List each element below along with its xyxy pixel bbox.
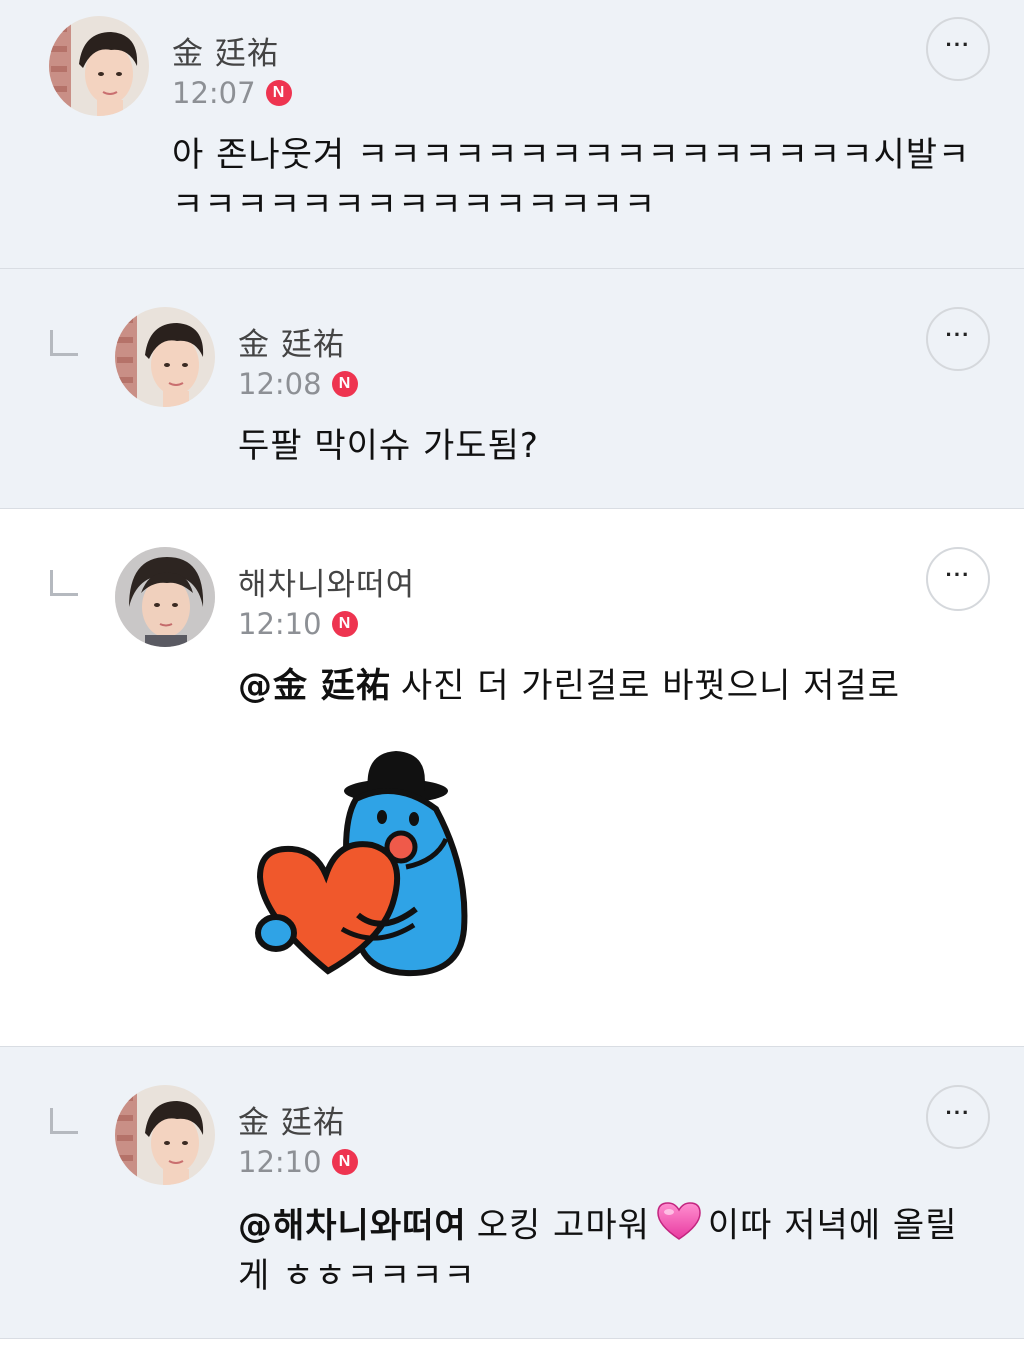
timestamp: 12:08 (238, 367, 322, 401)
author-name[interactable]: 金 廷祐 (238, 319, 345, 364)
avatar[interactable] (115, 547, 215, 647)
new-badge: N (265, 80, 292, 106)
comment-1: 金 廷祐 12:07 N ··· 아 존나웃겨 ㅋㅋㅋㅋㅋㅋㅋㅋㅋㅋㅋㅋㅋㅋㅋㅋ… (0, 0, 1024, 269)
avatar[interactable] (49, 16, 149, 116)
author-name[interactable]: 해차니와떠여 (238, 559, 415, 604)
new-badge: N (331, 611, 358, 637)
timestamp: 12:07 (172, 76, 256, 110)
comment-text: @해차니와떠여 오킹 고마워 이따 저녁에 올릴게 ㅎㅎㅋㅋㅋㅋ (238, 1201, 958, 1299)
avatar[interactable] (115, 1085, 215, 1185)
comment-text: 두팔 막이슈 가도됨? (238, 426, 539, 466)
more-options-button[interactable]: ··· (926, 547, 990, 611)
reply-arrow-icon (50, 1108, 78, 1134)
timestamp: 12:10 (238, 1145, 322, 1179)
mention-link[interactable]: @해차니와떠여 (238, 1206, 467, 1246)
comment-text: 아 존나웃겨 ㅋㅋㅋㅋㅋㅋㅋㅋㅋㅋㅋㅋㅋㅋㅋㅋ시발ㅋㅋㅋㅋㅋㅋㅋㅋㅋㅋㅋㅋㅋㅋㅋ… (172, 135, 971, 225)
more-options-icon: ··· (945, 322, 971, 347)
author-name[interactable]: 金 廷祐 (238, 1097, 345, 1142)
reply-arrow-icon (50, 330, 78, 356)
new-badge: N (331, 1149, 358, 1175)
comment-4: 金 廷祐 12:10 N ··· @해차니와떠여 오킹 고마워 이따 저녁에 올릴게… (0, 1047, 1024, 1339)
comment-3: 해차니와떠여 12:10 N ··· @金 廷祐 사진 더 가린걸로 바꿧으니 저… (0, 509, 1024, 1047)
meta-row: 12:10 N (238, 607, 358, 641)
meta-row: 12:10 N (238, 1145, 358, 1179)
more-options-icon: ··· (945, 32, 971, 57)
avatar[interactable] (115, 307, 215, 407)
pink-heart-emoji (656, 1201, 702, 1253)
meta-row: 12:08 N (238, 367, 358, 401)
more-options-icon: ··· (945, 1100, 971, 1125)
more-options-icon: ··· (945, 562, 971, 587)
author-name[interactable]: 金 廷祐 (172, 28, 279, 73)
more-options-button[interactable]: ··· (926, 17, 990, 81)
new-badge: N (331, 371, 358, 397)
comment-text-body: 오킹 고마워 (476, 1205, 650, 1246)
more-options-button[interactable]: ··· (926, 1085, 990, 1149)
reply-arrow-icon (50, 570, 78, 596)
more-options-button[interactable]: ··· (926, 307, 990, 371)
comment-text-body: 사진 더 가린걸로 바꿧으니 저걸로 (400, 666, 900, 706)
mention-link[interactable]: @金 廷祐 (238, 666, 391, 706)
meta-row: 12:07 N (172, 76, 292, 110)
comment-2: 金 廷祐 12:08 N ··· 두팔 막이슈 가도됨? (0, 269, 1024, 509)
blue-character-heart-sticker[interactable] (246, 739, 496, 989)
timestamp: 12:10 (238, 607, 322, 641)
comment-text: @金 廷祐 사진 더 가린걸로 바꿧으니 저걸로 (238, 661, 998, 711)
